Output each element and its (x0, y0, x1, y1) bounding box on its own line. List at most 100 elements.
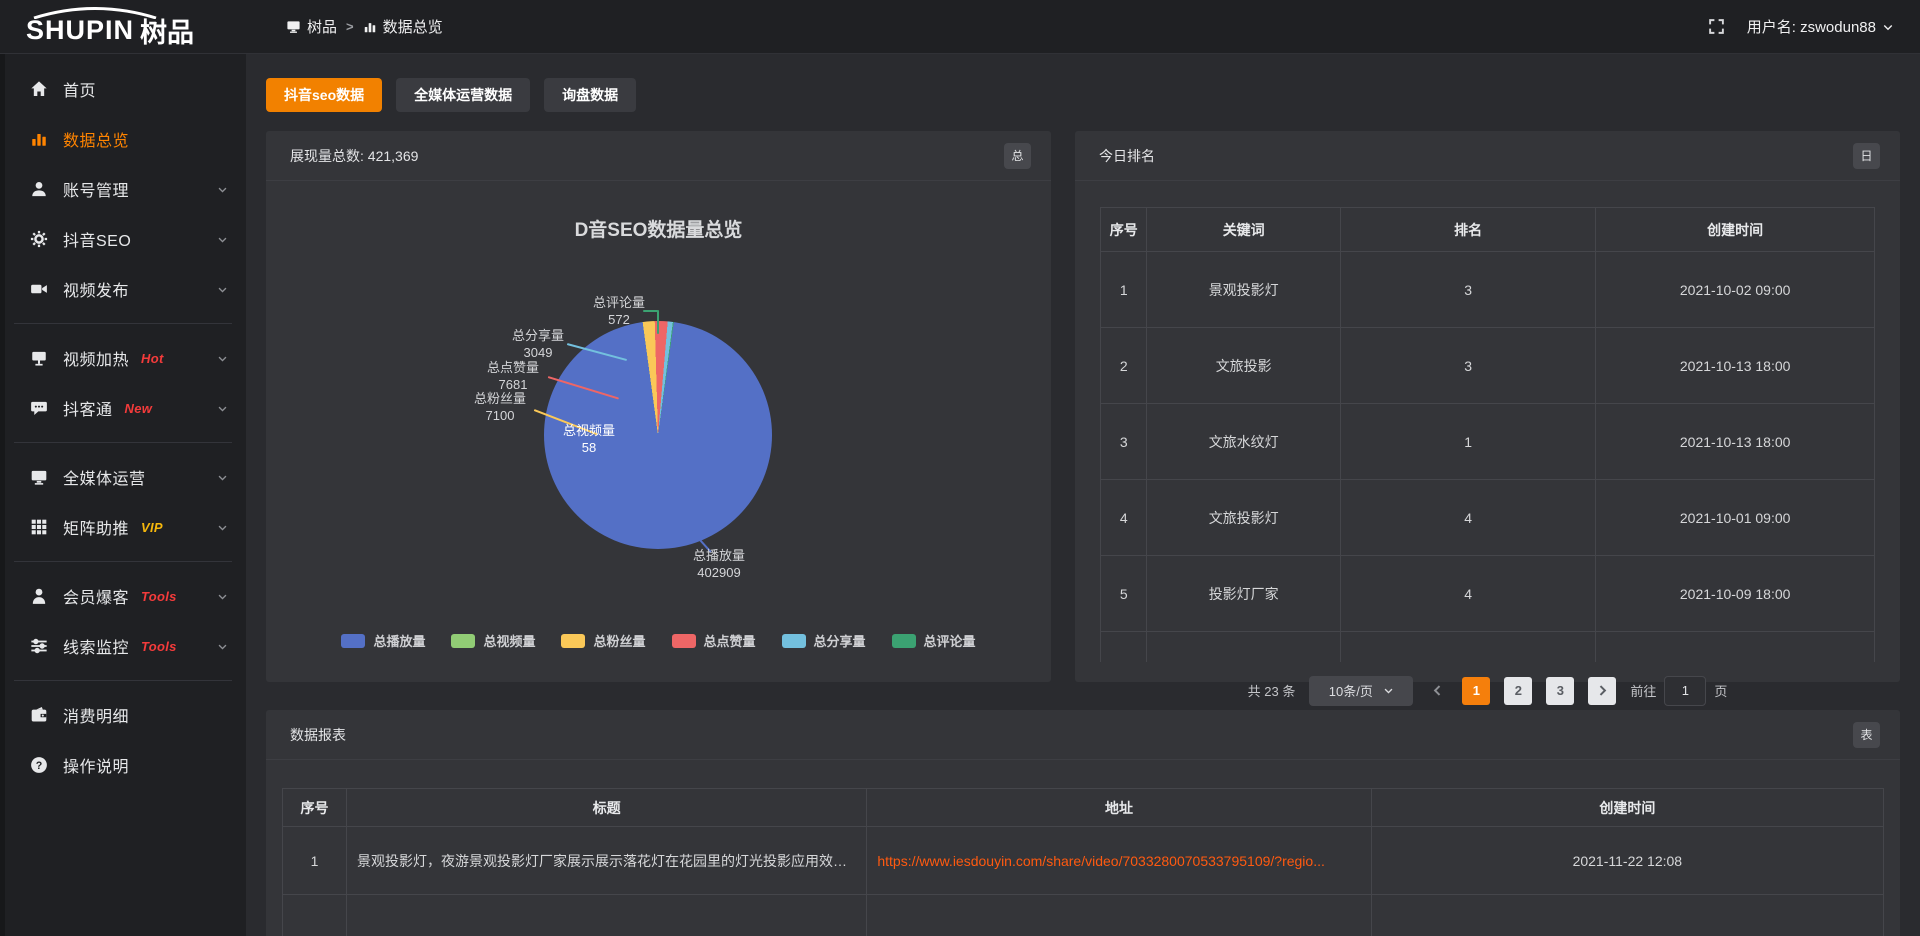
chevron-down-icon (217, 353, 228, 364)
pie-label-likes: 总点赞量7681 (487, 359, 539, 393)
chevron-down-icon (1383, 685, 1394, 696)
chat-icon (30, 399, 48, 417)
page-button-3[interactable]: 3 (1546, 677, 1574, 705)
rank-table-row: 4 文旅投影灯 4 2021-10-01 09:00 (1101, 480, 1875, 556)
breadcrumb-root[interactable]: 树品 (286, 16, 337, 37)
cell-keyword: 文旅水纹灯 (1147, 404, 1341, 480)
sidebar-item-account[interactable]: 账号管理 (0, 164, 246, 214)
sidebar-item-label: 数据总览 (63, 127, 129, 151)
sidebar-item-instructions[interactable]: ? 操作说明 (0, 740, 246, 790)
sidebar-item-label: 视频发布 (63, 277, 129, 301)
sidebar-item-data-overview[interactable]: 数据总览 (0, 114, 246, 164)
sidebar-item-douyin-seo[interactable]: 抖音SEO (0, 214, 246, 264)
day-badge-button[interactable]: 日 (1853, 143, 1880, 169)
home-icon (30, 80, 48, 98)
total-badge-button[interactable]: 总 (1004, 143, 1031, 169)
chevron-down-icon (217, 591, 228, 602)
breadcrumb-current-label: 数据总览 (383, 16, 443, 37)
svg-text:?: ? (36, 760, 43, 772)
top-bar: SHUPIN 树品 树品 > 数据总览 用户名: zsw (0, 0, 1920, 54)
sidebar-item-video-publish[interactable]: 视频发布 (0, 264, 246, 314)
report-table-header-row: 序号 标题 地址 创建时间 (283, 789, 1884, 827)
video-link[interactable]: https://www.iesdouyin.com/share/video/70… (877, 853, 1325, 869)
today-rank-panel: 今日排名 日 序号 关键词 排名 创建时间 (1075, 131, 1900, 682)
tab-inquiry-data[interactable]: 询盘数据 (544, 78, 636, 112)
sidebar-item-label: 消费明细 (63, 703, 129, 727)
fullscreen-icon[interactable] (1708, 18, 1725, 35)
user-menu[interactable]: 用户名: zswodun88 (1747, 16, 1894, 37)
legend-item[interactable]: 总分享量 (782, 631, 866, 650)
report-panel-header: 数据报表 表 (266, 710, 1900, 760)
tab-douyin-seo-data[interactable]: 抖音seo数据 (266, 78, 382, 112)
sidebar-item-label: 账号管理 (63, 177, 129, 201)
sliders-icon (30, 637, 48, 655)
legend-item[interactable]: 总播放量 (341, 631, 425, 650)
cell-rank: 3 (1340, 328, 1595, 404)
sidebar-item-label: 抖音SEO (63, 227, 131, 251)
rank-table-header-row: 序号 关键词 排名 创建时间 (1101, 208, 1875, 252)
goto-label: 前往 (1630, 681, 1656, 700)
sidebar-item-lead-monitor[interactable]: 线索监控 Tools (0, 621, 246, 671)
pie-label-fans: 总粉丝量7100 (474, 390, 526, 424)
legend-item[interactable]: 总粉丝量 (561, 631, 645, 650)
cell-time: 2021-11-22 12:08 (1371, 827, 1883, 895)
pie-label-videos: 总视频量58 (563, 422, 615, 456)
monitor-icon (286, 19, 301, 34)
pagination-total: 共 23 条 (1248, 681, 1296, 700)
sidebar-divider (14, 323, 232, 324)
breadcrumb: 树品 > 数据总览 (286, 16, 443, 37)
sidebar-item-video-heat[interactable]: 视频加热 Hot (0, 333, 246, 383)
rank-table-row: 1 景观投影灯 3 2021-10-02 09:00 (1101, 252, 1875, 328)
sidebar-item-consumption[interactable]: 消费明细 (0, 690, 246, 740)
sidebar-item-member-burst[interactable]: 会员爆客 Tools (0, 571, 246, 621)
sidebar-item-label: 视频加热 (63, 346, 129, 370)
report-panel-title: 数据报表 (290, 725, 346, 745)
gear-icon (30, 230, 48, 248)
sidebar-item-media-operation[interactable]: 全媒体运营 (0, 452, 246, 502)
legend-swatch-icon (892, 634, 916, 648)
table-badge-button[interactable]: 表 (1853, 722, 1880, 748)
legend-item[interactable]: 总评论量 (892, 631, 976, 650)
brand-logo[interactable]: SHUPIN 树品 (0, 3, 246, 50)
main-content: 抖音seo数据 全媒体运营数据 询盘数据 展现量总数: 421,369 总 D音… (246, 54, 1920, 936)
next-page-icon[interactable] (1588, 677, 1616, 705)
column-header: 序号 (1101, 208, 1147, 252)
legend-label: 总播放量 (373, 631, 425, 650)
cell-time: 2021-10-02 09:00 (1596, 252, 1875, 328)
column-header: 创建时间 (1596, 208, 1875, 252)
chevron-down-icon (217, 234, 228, 245)
page-button-2[interactable]: 2 (1504, 677, 1532, 705)
pie-label-shares: 总分享量3049 (512, 327, 564, 361)
sidebar-item-home[interactable]: 首页 (0, 64, 246, 114)
cell-title: 景观投影灯，夜游景观投影灯厂家展示展示落花灯在花园里的灯光投影应用效果 #... (347, 827, 867, 895)
sidebar-item-label: 操作说明 (63, 753, 129, 777)
legend-item[interactable]: 总视频量 (451, 631, 535, 650)
monitor-icon (30, 468, 48, 486)
screen-icon (30, 349, 48, 367)
chart-legend: 总播放量 总视频量 总粉丝量 总点赞量 总分享量 总评论量 (266, 631, 1051, 650)
breadcrumb-current[interactable]: 数据总览 (363, 16, 443, 37)
legend-item[interactable]: 总点赞量 (672, 631, 756, 650)
sidebar-item-matrix-boost[interactable]: 矩阵助推 VIP (0, 502, 246, 552)
data-report-panel: 数据报表 表 序号 标题 地址 创建时间 (266, 710, 1900, 936)
rank-table-row: 2 文旅投影 3 2021-10-13 18:00 (1101, 328, 1875, 404)
page-size-select[interactable]: 10条/页 (1309, 676, 1413, 706)
goto-page-input[interactable] (1664, 676, 1706, 706)
rank-table-empty-row (1101, 632, 1875, 662)
sidebar-item-douketong[interactable]: 抖客通 New (0, 383, 246, 433)
pagination: 共 23 条 10条/页 1 2 3 前往 (1075, 676, 1900, 706)
rank-table: 序号 关键词 排名 创建时间 1 景观投影灯 3 2021-10-02 09:0… (1100, 207, 1875, 662)
cell-no: 1 (283, 827, 347, 895)
tab-media-operation-data[interactable]: 全媒体运营数据 (396, 78, 530, 112)
topbar-right: 用户名: zswodun88 (1708, 16, 1920, 37)
legend-label: 总粉丝量 (593, 631, 645, 650)
new-badge: New (125, 401, 153, 416)
user-icon (30, 180, 48, 198)
data-tabs: 抖音seo数据 全媒体运营数据 询盘数据 (266, 78, 636, 112)
cell-rank: 1 (1340, 404, 1595, 480)
prev-page-icon[interactable] (1427, 684, 1448, 697)
sidebar-item-label: 全媒体运营 (63, 465, 146, 489)
member-icon (30, 587, 48, 605)
page-button-1[interactable]: 1 (1462, 677, 1490, 705)
app-root: SHUPIN 树品 树品 > 数据总览 用户名: zsw (0, 0, 1920, 936)
